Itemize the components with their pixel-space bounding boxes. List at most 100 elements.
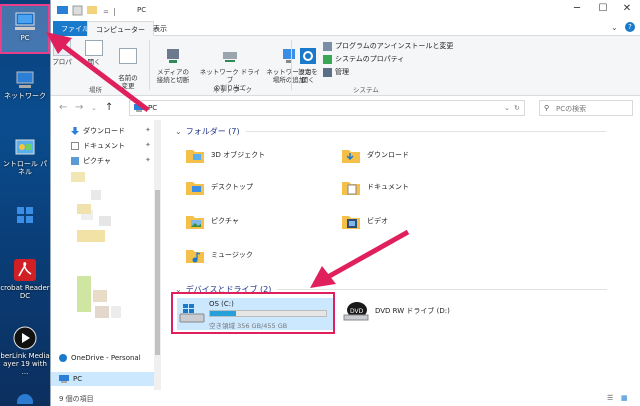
folder-icon: [342, 150, 360, 163]
folder-label: ミュージック: [211, 251, 253, 259]
nav-item-pictures[interactable]: ピクチャ: [71, 156, 111, 166]
folder-pictures[interactable]: ピクチャ: [185, 212, 239, 230]
drive-dvd-d[interactable]: DVD DVD RW ドライブ (D:): [343, 300, 450, 322]
folder-downloads[interactable]: ダウンロード: [341, 146, 409, 164]
folder-icon: [186, 250, 204, 263]
properties-label: プロパ: [52, 58, 72, 66]
rename-button[interactable]: 名前の 変更: [113, 40, 143, 90]
open-settings-button[interactable]: 設定を 開く: [295, 40, 321, 84]
open-button[interactable]: 開く: [79, 40, 109, 66]
content-pane: ⌄ フォルダー (7) 3D オブジェクト ダウンロード デスクトップ ドキュメ…: [165, 120, 640, 390]
acrobat-icon: [14, 259, 36, 281]
media-player-icon: [13, 326, 37, 350]
nav-item-label: ピクチャ: [83, 157, 111, 165]
folder-documents[interactable]: ドキュメント: [341, 178, 409, 196]
chevron-down-icon: ⌄: [175, 127, 182, 136]
blurred-item: [95, 306, 109, 318]
desktop-icon-network[interactable]: ネットワーク: [0, 70, 50, 100]
refresh-icon[interactable]: ↻: [514, 104, 520, 112]
section-divider: [277, 289, 608, 290]
manage-item[interactable]: 管理: [323, 66, 453, 79]
desktop-icon-label: ネットワーク: [4, 92, 46, 100]
nav-item-downloads[interactable]: ダウンロード: [71, 126, 125, 136]
drive-os-c[interactable]: OS (C:) 空き領域 356 GB/455 GB: [177, 298, 333, 330]
nav-item-onedrive[interactable]: OneDrive - Personal: [59, 354, 141, 362]
close-button[interactable]: ✕: [617, 3, 637, 14]
folder-label: デスクトップ: [211, 183, 253, 191]
control-panel-icon: [15, 139, 35, 155]
folder-label: ピクチャ: [211, 217, 239, 225]
ribbon-collapse-icon[interactable]: ⌄: [611, 23, 618, 32]
nav-item-documents[interactable]: ドキュメント: [71, 141, 125, 151]
svg-text:|: |: [113, 7, 116, 16]
properties-button[interactable]: プロパ: [51, 40, 73, 66]
maximize-button[interactable]: ☐: [593, 3, 613, 14]
uninstall-program-item[interactable]: プログラムのアンインストールと変更: [323, 40, 453, 53]
blurred-item: [91, 190, 101, 200]
tab-computer[interactable]: コンピューター: [87, 21, 154, 36]
minimize-button[interactable]: ─: [567, 3, 587, 14]
open-label: 開く: [87, 58, 101, 66]
folder-desktop[interactable]: デスクトップ: [185, 178, 253, 196]
media-connect-button[interactable]: メディアの 接続と切断: [147, 40, 199, 84]
desktop-icon-app[interactable]: [0, 204, 50, 228]
folder-label: 3D オブジェクト: [211, 151, 266, 159]
gear-icon: [300, 48, 316, 64]
system-properties-item[interactable]: システムのプロパティ: [323, 53, 453, 66]
desktop-icon-partial[interactable]: [0, 392, 50, 406]
folder-3d-objects[interactable]: 3D オブジェクト: [185, 146, 265, 164]
check-icon: [323, 55, 332, 64]
program-icon: [323, 42, 332, 51]
document-icon: [71, 142, 79, 150]
folder-videos[interactable]: ビデオ: [341, 212, 388, 230]
folder-music[interactable]: ミュージック: [185, 246, 253, 264]
folder-icon: [186, 150, 204, 163]
drive-name: OS (C:): [209, 300, 234, 308]
item-count: 9 個の項目: [59, 395, 94, 403]
nav-item-label: OneDrive - Personal: [71, 354, 141, 362]
computer-icon: [134, 104, 144, 112]
drive-free-space: 空き領域 356 GB/455 GB: [209, 322, 288, 330]
window-title: PC: [137, 6, 147, 14]
desktop: PC ネットワーク ントロール パネル crobat Reader DC ber…: [0, 0, 50, 406]
blurred-item: [77, 204, 91, 214]
recent-chevron-icon[interactable]: ⌄: [91, 104, 97, 112]
search-input[interactable]: ⚲ PCの検索: [539, 100, 633, 116]
help-icon[interactable]: ?: [625, 22, 635, 32]
pin-icon[interactable]: ✦: [145, 141, 151, 149]
address-path: PC: [148, 104, 158, 112]
desktop-icon-powerdvd[interactable]: berLink Media ayer 19 with ...: [0, 326, 50, 376]
pin-icon[interactable]: ✦: [145, 156, 151, 164]
ribbon: プロパ 開く 名前の 変更 場所 メディアの 接続と切断 ネットワーク ドライブ…: [51, 36, 640, 96]
svg-text:=: =: [103, 8, 109, 16]
manage-label: 管理: [335, 68, 349, 76]
desktop-icon-label: berLink Media ayer 19 with ...: [0, 352, 50, 376]
ribbon-separator: [291, 40, 292, 90]
quick-access-icons[interactable]: = |: [57, 5, 133, 16]
nav-item-pc[interactable]: PC: [51, 372, 154, 386]
folder-label: ダウンロード: [367, 151, 409, 159]
drive-usage-fill: [210, 311, 236, 316]
cloud-icon: [59, 354, 67, 362]
large-icons-view-icon[interactable]: ▦: [621, 394, 628, 402]
pin-icon[interactable]: ✦: [145, 126, 151, 134]
folders-section-header[interactable]: ⌄ フォルダー (7): [175, 126, 606, 137]
forward-arrow-icon[interactable]: →: [75, 102, 83, 113]
group-label-location: 場所: [89, 86, 102, 94]
drive-usage-bar: [209, 310, 327, 317]
hard-drive-icon: [179, 304, 205, 323]
uninstall-program-label: プログラムのアンインストールと変更: [335, 42, 454, 50]
details-view-icon[interactable]: ☰: [607, 394, 613, 402]
up-arrow-icon[interactable]: ↑: [105, 102, 113, 113]
desktop-icon-control-panel[interactable]: ントロール パネル: [0, 138, 50, 176]
address-dropdown-icon[interactable]: ⌄: [504, 104, 510, 112]
back-arrow-icon[interactable]: ←: [59, 102, 67, 113]
address-bar-row: ← → ⌄ ↑ PC ⌄ ↻ ⚲ PCの検索: [51, 96, 640, 120]
system-properties-label: システムのプロパティ: [335, 55, 405, 63]
scrollbar-thumb[interactable]: [155, 190, 160, 355]
desktop-icon-pc[interactable]: PC: [0, 4, 50, 54]
desktop-icon-acrobat[interactable]: crobat Reader DC: [0, 258, 50, 300]
address-field[interactable]: PC ⌄ ↻: [129, 100, 525, 116]
status-bar: 9 個の項目 ☰ ▦: [51, 390, 640, 406]
tab-view[interactable]: 表示: [145, 21, 175, 36]
